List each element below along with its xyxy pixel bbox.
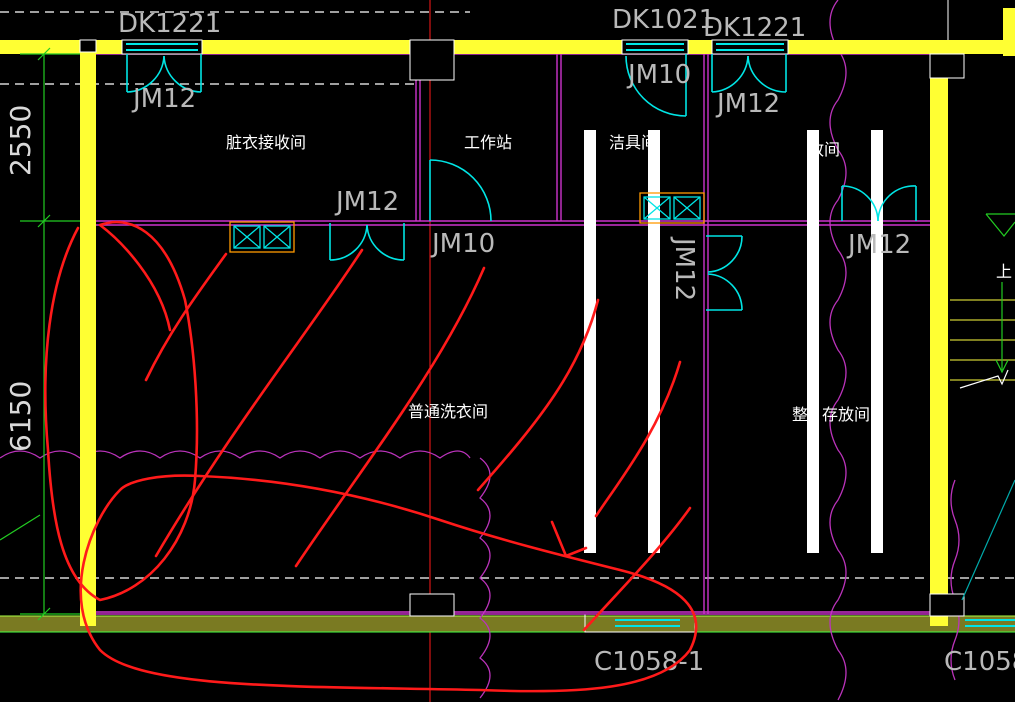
markup-stroke-2: [154, 248, 364, 558]
door-workstation: [429, 159, 492, 222]
rack-1: [584, 130, 596, 553]
room-dirty-laundry: 脏衣接收间: [226, 133, 306, 152]
tag-jm12-d: JM12: [846, 230, 911, 260]
room-storage-bottom-b: 存放间: [822, 405, 870, 424]
tag-jm12-a: JM12: [131, 84, 196, 114]
door-jm12-corridor: [329, 223, 405, 261]
tag-c1058-right: C1058: [944, 647, 1015, 677]
room-cleaning-tools: 洁具间: [609, 133, 657, 152]
doors: [126, 54, 917, 311]
partition-walls: [93, 53, 933, 615]
rack-3: [807, 130, 819, 553]
cad-floor-plan: DK1221 DK1021 DK1221 JM12 JM10 JM12 JM12…: [0, 0, 1015, 702]
wall-openings: [79, 39, 965, 617]
racks: [584, 130, 883, 553]
tag-jm10-a: JM10: [626, 60, 691, 90]
dimension-6150: 6150: [4, 381, 37, 452]
stair-up-label: 上: [996, 262, 1012, 281]
tag-dk1221-left: DK1221: [118, 9, 221, 39]
door-dk1221-right: [711, 54, 787, 93]
door-jm12-vertical: [706, 235, 743, 311]
ground-strip: [0, 613, 1015, 633]
room-general-laundry: 普通洗衣间: [408, 402, 488, 421]
markup-arrow: [550, 520, 588, 558]
tag-dk1221-right: DK1221: [703, 13, 806, 43]
markup-stroke-5: [594, 360, 682, 518]
room-storage-top: 放间: [808, 140, 840, 159]
rack-4: [871, 130, 883, 553]
markup-stroke-4: [476, 298, 600, 492]
tag-dk1021: DK1021: [612, 5, 715, 35]
markup-stroke-1: [144, 252, 228, 382]
dimension-labels: 2550 6150: [4, 105, 37, 452]
tag-jm12-c: JM12: [334, 187, 399, 217]
tag-jm10-b: JM10: [430, 229, 495, 259]
room-labels: 脏衣接收间 工作站 洁具间 放间 普通洗衣间 整 存放间: [226, 133, 870, 424]
markup-loop-left: [44, 220, 199, 602]
room-workstation: 工作站: [464, 133, 512, 152]
tag-jm12-b: JM12: [715, 89, 780, 119]
room-storage-bottom-a: 整: [792, 405, 808, 424]
tag-jm12-vertical: JM12: [669, 236, 699, 301]
dimension-2550: 2550: [4, 105, 37, 176]
